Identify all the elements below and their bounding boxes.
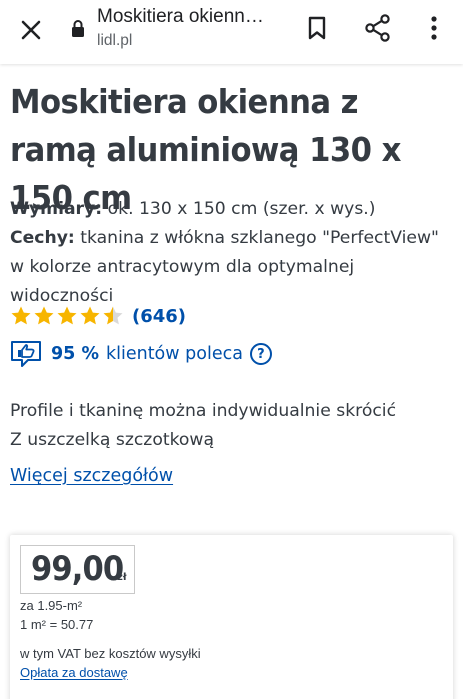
price-currency: zł [117,572,127,583]
share-icon[interactable] [363,13,393,43]
vat-note: w tym VAT bez kosztów wysyłki [20,646,201,661]
lock-icon [71,19,85,37]
spec-dimensions-value: ok. 130 x 150 cm (szer. x wys.) [107,199,376,219]
more-details-link[interactable]: Więcej szczegółów [10,466,173,486]
shipping-cost-link[interactable]: Opłata za dostawę [20,665,128,680]
spec-features-label: Cechy: [10,228,75,248]
browser-toolbar: Moskitiera okienn… lidl.pl [0,0,463,64]
spec-features-value: tkanina z włókna szklanego "PerfectView"… [10,228,439,306]
price-per-area: za 1.95-m² [20,598,83,613]
price-value: 99,00 [31,549,124,589]
spec-features: Cechy: tkanina z włókna szklanego "Perfe… [10,224,455,311]
more-vert-icon[interactable] [422,13,446,43]
spec-dimensions-label: Wymiary: [10,199,103,219]
close-icon[interactable] [16,15,46,45]
feature-item: Profile i tkaninę można indywidualnie sk… [10,401,397,421]
star-icon [57,306,77,325]
recommendation: 95 % klientów poleca ? [10,338,272,370]
recommend-text: klientów poleca [105,344,243,364]
unit-price: 1 m² = 50.77 [20,617,94,632]
feature-list: Profile i tkaninę można indywidualnie sk… [10,397,396,455]
recommend-percent: 95 % [51,344,99,364]
bookmark-icon[interactable] [303,14,331,42]
thumbs-up-icon [10,339,42,369]
price-box: 99,00 zł [20,545,135,594]
page-title: Moskitiera okienn… [97,6,264,27]
price-card: 99,00 zł za 1.95-m² 1 m² = 50.77 w tym V… [10,535,453,699]
star-icon [34,306,54,325]
rating[interactable]: (646) [10,302,186,330]
page-url[interactable]: lidl.pl [97,32,132,50]
star-icon [80,306,100,325]
star-icon [103,306,123,325]
help-icon[interactable]: ? [249,343,272,365]
feature-item: Z uszczelką szczotkową [10,430,215,450]
star-icon [11,306,31,325]
rating-count[interactable]: (646) [132,306,186,327]
rating-stars [10,305,124,327]
spec-dimensions: Wymiary: ok. 130 x 150 cm (szer. x wys.) [10,195,455,224]
